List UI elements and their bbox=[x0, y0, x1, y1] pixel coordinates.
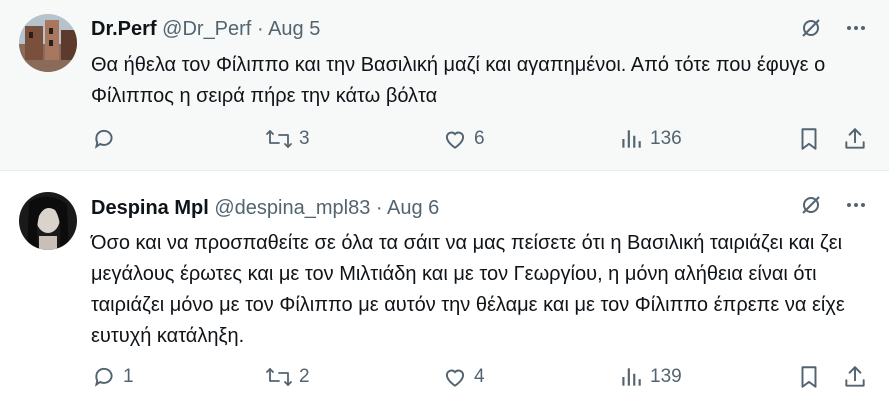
avatar[interactable] bbox=[19, 192, 77, 250]
retweet-icon bbox=[265, 364, 293, 390]
reply-button[interactable] bbox=[91, 126, 123, 152]
retweet-button[interactable]: 2 bbox=[265, 364, 310, 390]
author-handle[interactable]: @Dr_Perf bbox=[162, 18, 251, 40]
share-icon bbox=[842, 126, 868, 152]
like-count: 6 bbox=[474, 128, 485, 149]
tweet[interactable]: Despina Mpl @despina_mpl83 · Aug 6 Όσο κ… bbox=[0, 171, 889, 402]
tweet-top-icons bbox=[799, 193, 867, 217]
grok-icon[interactable] bbox=[799, 16, 823, 40]
tweet[interactable]: Dr.Perf @Dr_Perf · Aug 5 Θα ήθελα τον Φί… bbox=[0, 0, 889, 170]
views-count: 139 bbox=[650, 366, 682, 387]
tweet-top-icons bbox=[799, 16, 867, 40]
bookmark-icon bbox=[796, 364, 822, 390]
reply-icon bbox=[91, 364, 117, 390]
avatar[interactable] bbox=[19, 14, 77, 72]
like-button[interactable]: 6 bbox=[442, 126, 485, 152]
tweet-actions: 1 2 4 139 bbox=[0, 364, 889, 394]
retweet-count: 3 bbox=[299, 128, 310, 149]
retweet-icon bbox=[265, 126, 293, 152]
like-icon bbox=[442, 126, 468, 152]
like-button[interactable]: 4 bbox=[442, 364, 485, 390]
tweet-actions: 3 6 136 bbox=[0, 126, 889, 156]
share-button[interactable] bbox=[842, 364, 868, 390]
bookmark-button[interactable] bbox=[796, 364, 822, 390]
tweet-header: Dr.Perf @Dr_Perf · Aug 5 bbox=[91, 17, 320, 41]
reply-icon bbox=[91, 126, 117, 152]
tweet-header: Despina Mpl @despina_mpl83 · Aug 6 bbox=[91, 196, 439, 220]
retweet-button[interactable]: 3 bbox=[265, 126, 310, 152]
tweet-date[interactable]: Aug 6 bbox=[387, 197, 439, 219]
like-icon bbox=[442, 364, 468, 390]
tweet-text: Όσο και να προσπαθείτε σε όλα τα σάιτ να… bbox=[91, 232, 845, 347]
more-icon[interactable] bbox=[845, 17, 867, 39]
reply-count: 1 bbox=[123, 366, 134, 387]
tweet-text: Θα ήθελα τον Φίλιππο και την Βασιλική μα… bbox=[91, 54, 826, 107]
views-icon bbox=[618, 126, 644, 152]
separator: · bbox=[256, 18, 264, 40]
more-icon[interactable] bbox=[845, 194, 867, 216]
grok-icon[interactable] bbox=[799, 193, 823, 217]
like-count: 4 bbox=[474, 366, 485, 387]
author-name[interactable]: Dr.Perf bbox=[91, 18, 157, 40]
share-button[interactable] bbox=[842, 126, 868, 152]
views-icon bbox=[618, 364, 644, 390]
views-count: 136 bbox=[650, 128, 682, 149]
bookmark-button[interactable] bbox=[796, 126, 822, 152]
bookmark-icon bbox=[796, 126, 822, 152]
reply-button[interactable]: 1 bbox=[91, 364, 134, 390]
retweet-count: 2 bbox=[299, 366, 310, 387]
tweet-date[interactable]: Aug 5 bbox=[268, 18, 320, 40]
separator: · bbox=[375, 197, 383, 219]
author-handle[interactable]: @despina_mpl83 bbox=[214, 197, 370, 219]
share-icon bbox=[842, 364, 868, 390]
views-button[interactable]: 139 bbox=[618, 364, 682, 390]
views-button[interactable]: 136 bbox=[618, 126, 682, 152]
author-name[interactable]: Despina Mpl bbox=[91, 197, 209, 219]
